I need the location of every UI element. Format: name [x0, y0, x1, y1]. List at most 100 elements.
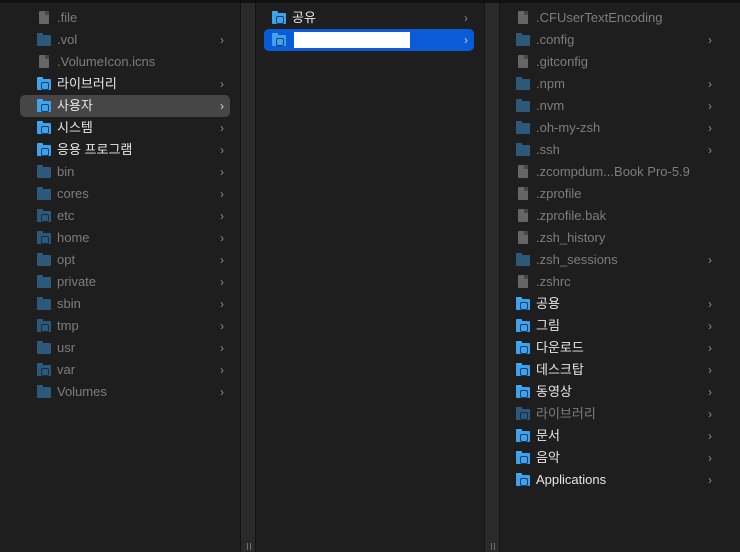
item-label: .vol	[57, 32, 78, 47]
list-item[interactable]: cores ›	[20, 183, 230, 205]
list-item[interactable]: .nvm ›	[508, 95, 718, 117]
list-item[interactable]: 문서 ›	[508, 425, 718, 447]
chevron-right-icon: ›	[708, 363, 712, 377]
list-item[interactable]: .zprofile.bak	[508, 205, 718, 227]
folder-symbol-icon	[41, 324, 49, 332]
chevron-right-icon: ›	[220, 231, 224, 245]
list-item[interactable]: opt ›	[20, 249, 230, 271]
list-item[interactable]: 동영상 ›	[508, 381, 718, 403]
folder-symbol-icon	[41, 148, 49, 156]
list-item[interactable]: .zshrc	[508, 271, 718, 293]
chevron-right-icon: ›	[708, 319, 712, 333]
item-label: bin	[57, 164, 75, 179]
item-label: usr	[57, 340, 76, 355]
list-item[interactable]: .zcompdum...Book Pro-5.9	[508, 161, 718, 183]
folder-symbol-icon	[520, 390, 528, 398]
column-resize-handle[interactable]	[240, 3, 256, 552]
item-label: 라이브러리	[536, 406, 596, 421]
list-item[interactable]: .VolumeIcon.icns	[20, 51, 230, 73]
list-item[interactable]: bin ›	[20, 161, 230, 183]
chevron-right-icon: ›	[220, 33, 224, 47]
list-item[interactable]: 라이브러리 ›	[20, 73, 230, 95]
server-folder-icon	[37, 231, 51, 245]
chevron-right-icon: ›	[220, 187, 224, 201]
column-root[interactable]: .file .vol › .VolumeIcon.icns 라이브러리 › 사용자 › 시스템 ›…	[10, 3, 240, 552]
column-resize-handle[interactable]	[484, 3, 500, 552]
list-item[interactable]: var ›	[20, 359, 230, 381]
chevron-right-icon: ›	[708, 121, 712, 135]
chevron-right-icon: ›	[220, 77, 224, 91]
list-item[interactable]: 라이브러리 ›	[508, 403, 718, 425]
chevron-right-icon: ›	[464, 33, 468, 47]
list-item[interactable]: usr ›	[20, 337, 230, 359]
item-label: 공용	[536, 296, 560, 311]
folder-icon	[516, 33, 530, 47]
item-label: 사용자	[57, 98, 93, 113]
chevron-right-icon: ›	[708, 253, 712, 267]
movies-folder-icon	[516, 385, 530, 399]
list-item[interactable]: 다운로드 ›	[508, 337, 718, 359]
file-icon	[516, 187, 530, 201]
list-item[interactable]: private ›	[20, 271, 230, 293]
folder-icon	[37, 275, 51, 289]
file-icon	[516, 11, 530, 25]
chevron-right-icon: ›	[220, 363, 224, 377]
list-item[interactable]: .zsh_history	[508, 227, 718, 249]
list-item[interactable]: 데스크탑 ›	[508, 359, 718, 381]
list-item[interactable]: .ssh ›	[508, 139, 718, 161]
chevron-right-icon: ›	[220, 209, 224, 223]
item-label: home	[57, 230, 90, 245]
item-label: 공유	[292, 10, 316, 25]
list-item[interactable]: 음악 ›	[508, 447, 718, 469]
file-icon	[37, 55, 51, 69]
chevron-right-icon: ›	[708, 99, 712, 113]
list-item[interactable]: .file	[20, 7, 230, 29]
chevron-right-icon: ›	[708, 451, 712, 465]
list-item[interactable]: 시스템 ›	[20, 117, 230, 139]
folder-symbol-icon	[520, 324, 528, 332]
list-item[interactable]: Volumes ›	[20, 381, 230, 403]
column-home[interactable]: .CFUserTextEncoding .config › .gitconfig .np…	[500, 3, 740, 552]
chevron-right-icon: ›	[220, 275, 224, 289]
item-label: cores	[57, 186, 89, 201]
chevron-right-icon: ›	[464, 11, 468, 25]
item-label: Applications	[536, 472, 607, 487]
list-item[interactable]: 공유 ›	[264, 7, 474, 29]
item-label: .VolumeIcon.icns	[57, 54, 156, 69]
list-item[interactable]: sbin ›	[20, 293, 230, 315]
chevron-right-icon: ›	[220, 253, 224, 267]
list-item[interactable]: 응용 프로그램 ›	[20, 139, 230, 161]
list-item[interactable]: 그림 ›	[508, 315, 718, 337]
list-item[interactable]: .config ›	[508, 29, 718, 51]
system-folder-icon	[37, 121, 51, 135]
list-item[interactable]: .gitconfig	[508, 51, 718, 73]
column-users[interactable]: 공유 › ›	[256, 3, 484, 552]
item-label: .zsh_history	[536, 230, 606, 245]
list-item[interactable]: home ›	[20, 227, 230, 249]
list-item[interactable]: Applications ›	[508, 469, 718, 491]
downloads-folder-icon	[516, 341, 530, 355]
list-item[interactable]: 공용 ›	[508, 293, 718, 315]
list-item[interactable]: .zprofile	[508, 183, 718, 205]
list-item[interactable]: .oh-my-zsh ›	[508, 117, 718, 139]
list-item[interactable]: .zsh_sessions ›	[508, 249, 718, 271]
list-item[interactable]: tmp ›	[20, 315, 230, 337]
list-item[interactable]: .CFUserTextEncoding	[508, 7, 718, 29]
resize-grip-line	[247, 543, 248, 550]
chevron-right-icon: ›	[220, 319, 224, 333]
folder-icon	[37, 297, 51, 311]
list-item[interactable]: 사용자 ›	[20, 95, 230, 117]
list-item[interactable]: .npm ›	[508, 73, 718, 95]
list-item[interactable]: ›	[264, 29, 474, 51]
list-item[interactable]: .vol ›	[20, 29, 230, 51]
chevron-right-icon: ›	[708, 429, 712, 443]
item-label: .zprofile	[536, 186, 582, 201]
list-item[interactable]: etc ›	[20, 205, 230, 227]
folder-icon	[516, 253, 530, 267]
pictures-folder-icon	[516, 319, 530, 333]
item-label: .file	[57, 10, 78, 25]
item-label: 그림	[536, 318, 560, 333]
folder-icon	[516, 121, 530, 135]
item-label: Volumes	[57, 384, 107, 399]
folder-symbol-icon	[520, 346, 528, 354]
